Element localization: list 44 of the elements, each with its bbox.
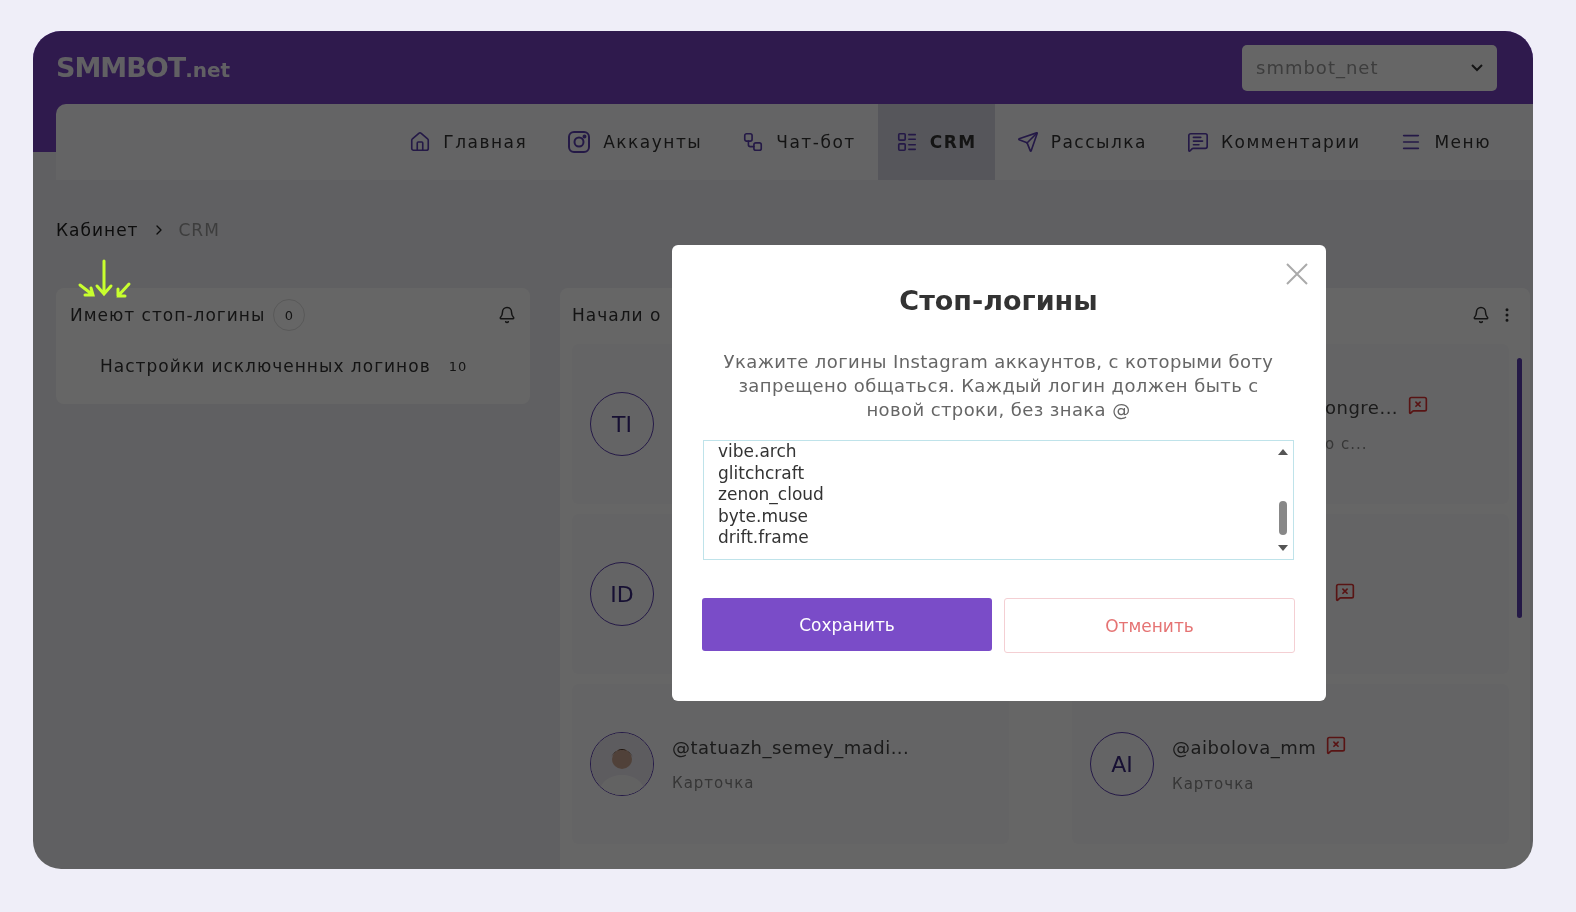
arrows-drawing xyxy=(77,259,133,301)
nav-label: Комментарии xyxy=(1221,132,1361,152)
camera-icon xyxy=(567,130,592,154)
nav-tab[interactable]: CRM xyxy=(877,104,995,180)
count: 10 xyxy=(448,358,468,374)
contact-name: ongre... xyxy=(1325,396,1399,418)
blocked-message-icon xyxy=(1326,735,1347,755)
nav-label: Главная xyxy=(443,132,528,152)
logins-field[interactable]: vibe.arch glitchcraft zenon_cloud byte.muse drift.frame xyxy=(703,440,1294,560)
nav-tab[interactable]: Чат-бот xyxy=(724,104,874,180)
contact-name[interactable]: @tatuazh_semey_madi... xyxy=(672,736,910,758)
contact-name[interactable]: @aibolova_mm xyxy=(1172,736,1317,758)
nav-tab[interactable]: Рассылка xyxy=(998,104,1166,180)
settings-link[interactable]: Настройки исключенных логинов xyxy=(100,356,431,376)
panel-title: Имеют стоп-логины xyxy=(70,305,266,325)
close-icon xyxy=(1286,263,1308,285)
breadcrumb-item[interactable]: Кабинет xyxy=(56,220,139,240)
panel-title: Начали о xyxy=(572,305,662,325)
list-icon xyxy=(895,131,918,153)
save-button[interactable]: Сохранить xyxy=(702,598,992,651)
blocked-message-icon xyxy=(1335,582,1355,602)
nav-label: Аккаунты xyxy=(603,132,703,152)
nav-label: Меню xyxy=(1434,132,1491,152)
nav-tab[interactable]: Меню xyxy=(1382,104,1509,180)
bell-icon[interactable] xyxy=(498,306,516,324)
scrollbar[interactable] xyxy=(1517,358,1522,618)
flow-icon xyxy=(742,131,765,153)
dialog-description: Укажите логины Instagram аккаунтов, с которыми боту запрещено общаться. Каждый логин должен быть с новой строки, без знака @ xyxy=(722,350,1275,422)
nav-tab[interactable]: Аккаунты xyxy=(549,104,721,180)
cancel-button[interactable]: Отменить xyxy=(1004,598,1295,653)
close-button[interactable] xyxy=(1286,263,1308,285)
nav-tab[interactable]: Главная xyxy=(391,104,546,180)
send-icon xyxy=(1016,131,1039,153)
logo[interactable]: SMMBOT.net xyxy=(56,52,231,83)
house-icon xyxy=(409,131,432,153)
nav-label: CRM xyxy=(929,132,977,152)
chevron-down-icon xyxy=(1471,63,1483,72)
nav-tab[interactable]: Комментарии xyxy=(1169,104,1379,180)
dialog-title: Стоп-логины xyxy=(899,285,1098,316)
bell-icon[interactable] xyxy=(1472,306,1490,324)
nav-label: Рассылка xyxy=(1050,132,1148,152)
comment-icon xyxy=(1187,131,1210,153)
blocked-message-icon xyxy=(1408,395,1429,415)
nav-label: Чат-бот xyxy=(776,132,856,152)
